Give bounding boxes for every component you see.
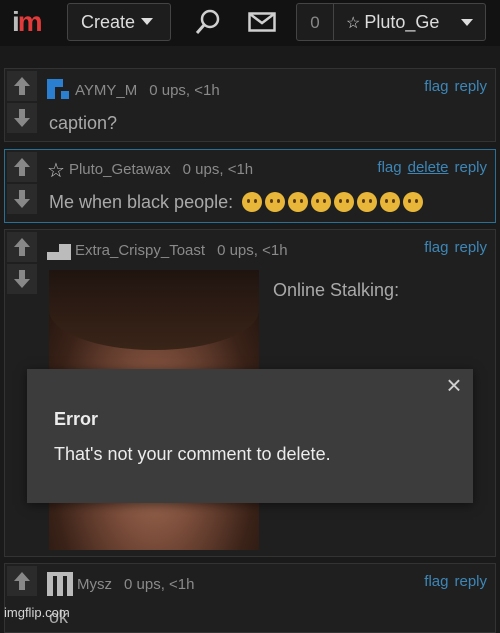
flag-link[interactable]: flag <box>424 78 448 95</box>
vote-controls <box>5 69 39 133</box>
user-menu-button[interactable]: ☆ Pluto_Ge <box>333 3 486 41</box>
comment-stats: 0 ups, <1h <box>149 81 220 99</box>
crying-face-icon <box>242 192 263 212</box>
top-bar: im Create 0 ☆ Pluto_Ge <box>0 0 500 46</box>
star-icon: ☆ <box>346 15 361 32</box>
image-caption: Online Stalking: <box>273 280 400 300</box>
comment: AYMY_M 0 ups, <1h flag reply caption? <box>4 68 496 142</box>
avatar[interactable] <box>47 570 73 600</box>
error-dialog: × Error That's not your comment to delet… <box>27 369 473 503</box>
reply-link[interactable]: reply <box>454 573 487 590</box>
tired-face-icon <box>380 192 401 212</box>
avatar[interactable] <box>47 238 71 264</box>
crying-face-icon <box>265 192 286 212</box>
delete-link[interactable]: delete <box>408 159 449 176</box>
comment-username[interactable]: AYMY_M <box>75 82 137 99</box>
weary-face-icon <box>357 192 378 212</box>
comment-actions: flag reply <box>418 239 487 256</box>
comment-actions: flag reply <box>418 573 487 590</box>
vote-controls <box>5 230 39 294</box>
downvote-arrow-icon[interactable] <box>7 264 37 294</box>
reply-link[interactable]: reply <box>454 239 487 256</box>
emoji-row <box>242 192 426 212</box>
comment-meta: ☆ Pluto_Getawax 0 ups, <1h <box>47 158 253 183</box>
flag-link[interactable]: flag <box>424 239 448 256</box>
comment-stats: 0 ups, <1h <box>182 161 254 179</box>
flag-link[interactable]: flag <box>424 573 448 590</box>
vote-controls <box>5 150 39 214</box>
comment-text-row: Me when black people: <box>49 192 426 213</box>
comment-text: caption? <box>49 113 118 133</box>
comment: Mysz 0 ups, <1h flag reply ok <box>4 563 496 633</box>
comment-username[interactable]: Mysz <box>77 576 112 593</box>
upvote-arrow-icon[interactable] <box>7 566 37 596</box>
pleading-face-icon <box>334 192 355 212</box>
upvote-arrow-icon[interactable] <box>7 152 37 182</box>
comment-text: Me when black people: <box>49 192 234 212</box>
dialog-message: That's not your comment to delete. <box>54 444 331 464</box>
upvote-arrow-icon[interactable] <box>7 71 37 101</box>
create-button[interactable]: Create <box>67 3 171 41</box>
comment: ☆ Pluto_Getawax 0 ups, <1h flag delete reply… <box>4 149 496 223</box>
comment-actions: flag reply <box>418 78 487 95</box>
comment-actions: flag delete reply <box>371 159 487 176</box>
crying-face-icon <box>288 192 309 212</box>
reply-link[interactable]: reply <box>454 78 487 95</box>
comment-meta: Extra_Crispy_Toast 0 ups, <1h <box>47 238 288 264</box>
mail-icon[interactable] <box>248 12 276 37</box>
avatar[interactable] <box>47 77 71 105</box>
vote-controls <box>5 564 39 596</box>
comment-username[interactable]: Extra_Crispy_Toast <box>75 242 205 259</box>
notification-count[interactable]: 0 <box>296 3 334 41</box>
flag-link[interactable]: flag <box>377 159 401 176</box>
upvote-arrow-icon[interactable] <box>7 232 37 262</box>
chevron-down-icon <box>461 19 473 26</box>
comment-meta: AYMY_M 0 ups, <1h <box>47 77 220 105</box>
comment-stats: 0 ups, <1h <box>217 241 288 259</box>
downvote-arrow-icon[interactable] <box>7 103 37 133</box>
close-icon[interactable]: × <box>443 372 465 398</box>
comment-username[interactable]: Pluto_Getawax <box>69 161 171 178</box>
imgflip-logo[interactable]: im <box>12 6 43 38</box>
reply-link[interactable]: reply <box>454 159 487 176</box>
watermark: imgflip.com <box>4 605 70 620</box>
sad-face-icon <box>311 192 332 212</box>
downvote-arrow-icon[interactable] <box>7 184 37 214</box>
pleading-face-icon <box>403 192 424 212</box>
chevron-down-icon <box>141 18 154 25</box>
comment-stats: 0 ups, <1h <box>124 575 195 593</box>
search-icon[interactable] <box>194 8 222 41</box>
dialog-title: Error <box>54 409 99 429</box>
star-avatar-icon[interactable]: ☆ <box>47 158 65 183</box>
comment-meta: Mysz 0 ups, <1h <box>47 570 194 600</box>
